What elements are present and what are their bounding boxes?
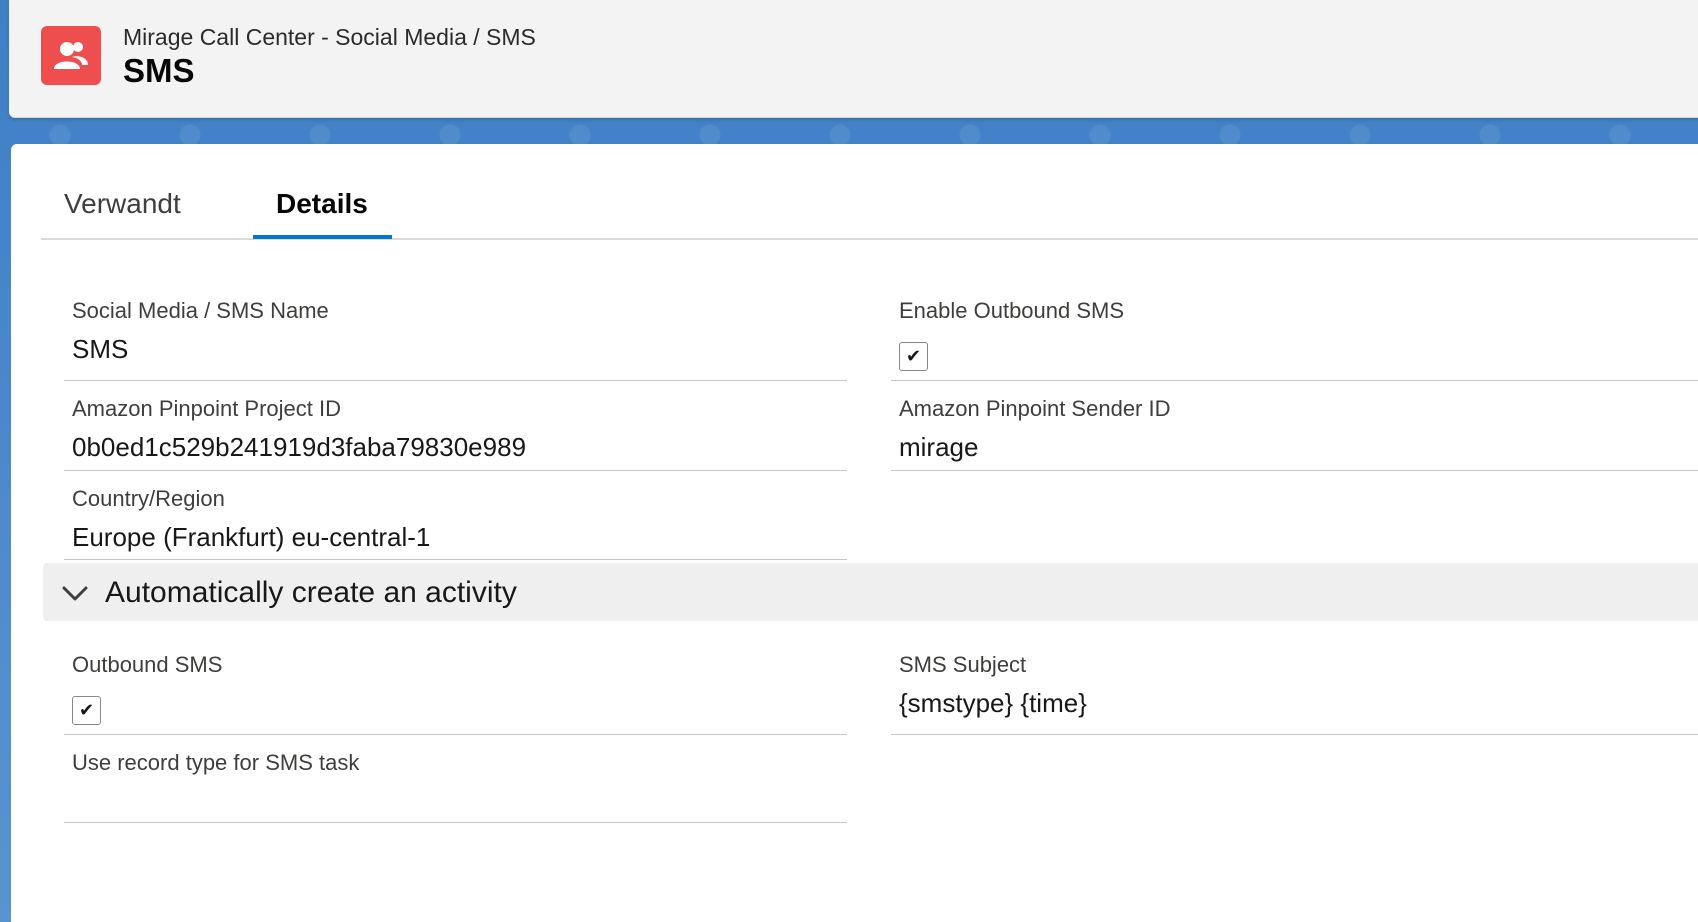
field-country-region: Country/Region Europe (Frankfurt) eu-cen… xyxy=(64,472,847,560)
page-title: SMS xyxy=(123,52,195,89)
tab-active-indicator xyxy=(253,235,392,239)
enable-outbound-sms-checkbox[interactable]: ✔ xyxy=(899,342,928,371)
field-value: Europe (Frankfurt) eu-central-1 xyxy=(72,522,431,552)
checkmark-icon: ✔ xyxy=(78,699,95,721)
section-automatically-create-activity[interactable]: Automatically create an activity xyxy=(43,563,1698,621)
field-label: Amazon Pinpoint Sender ID xyxy=(899,396,1171,421)
field-value: mirage xyxy=(899,432,979,462)
record-detail-card: Verwandt Details Social Media / SMS Name… xyxy=(11,144,1698,922)
tab-bar: Verwandt Details xyxy=(41,144,1698,240)
field-label: Social Media / SMS Name xyxy=(72,298,329,323)
field-value: 0b0ed1c529b241919d3faba79830e989 xyxy=(72,432,527,462)
field-label: Country/Region xyxy=(72,486,225,511)
field-value: SMS xyxy=(72,334,129,364)
tab-related[interactable]: Verwandt xyxy=(64,188,181,220)
field-enable-outbound-sms: Enable Outbound SMS ✔ xyxy=(891,284,1698,381)
field-sms-subject: SMS Subject {smstype} {time} xyxy=(891,638,1698,735)
page-header: Mirage Call Center - Social Media / SMS … xyxy=(9,0,1698,118)
field-outbound-sms: Outbound SMS ✔ xyxy=(64,638,847,735)
checkmark-icon: ✔ xyxy=(905,345,922,367)
section-title: Automatically create an activity xyxy=(105,576,517,609)
field-label: Outbound SMS xyxy=(72,652,223,677)
field-label: Enable Outbound SMS xyxy=(899,298,1125,323)
field-amazon-pinpoint-project-id: Amazon Pinpoint Project ID 0b0ed1c529b24… xyxy=(64,382,847,471)
field-label: SMS Subject xyxy=(899,652,1027,677)
field-use-record-type-sms-task: Use record type for SMS task xyxy=(64,736,847,823)
tab-details[interactable]: Details xyxy=(276,188,368,220)
field-label: Amazon Pinpoint Project ID xyxy=(72,396,342,421)
chevron-down-icon xyxy=(62,586,88,601)
field-label: Use record type for SMS task xyxy=(72,750,360,775)
field-amazon-pinpoint-sender-id: Amazon Pinpoint Sender ID mirage xyxy=(891,382,1698,471)
field-value: {smstype} {time} xyxy=(899,688,1087,718)
outbound-sms-checkbox[interactable]: ✔ xyxy=(72,696,101,725)
record-type-breadcrumb: Mirage Call Center - Social Media / SMS xyxy=(123,24,536,50)
record-people-icon xyxy=(41,26,101,85)
field-social-media-sms-name: Social Media / SMS Name SMS xyxy=(64,284,847,381)
